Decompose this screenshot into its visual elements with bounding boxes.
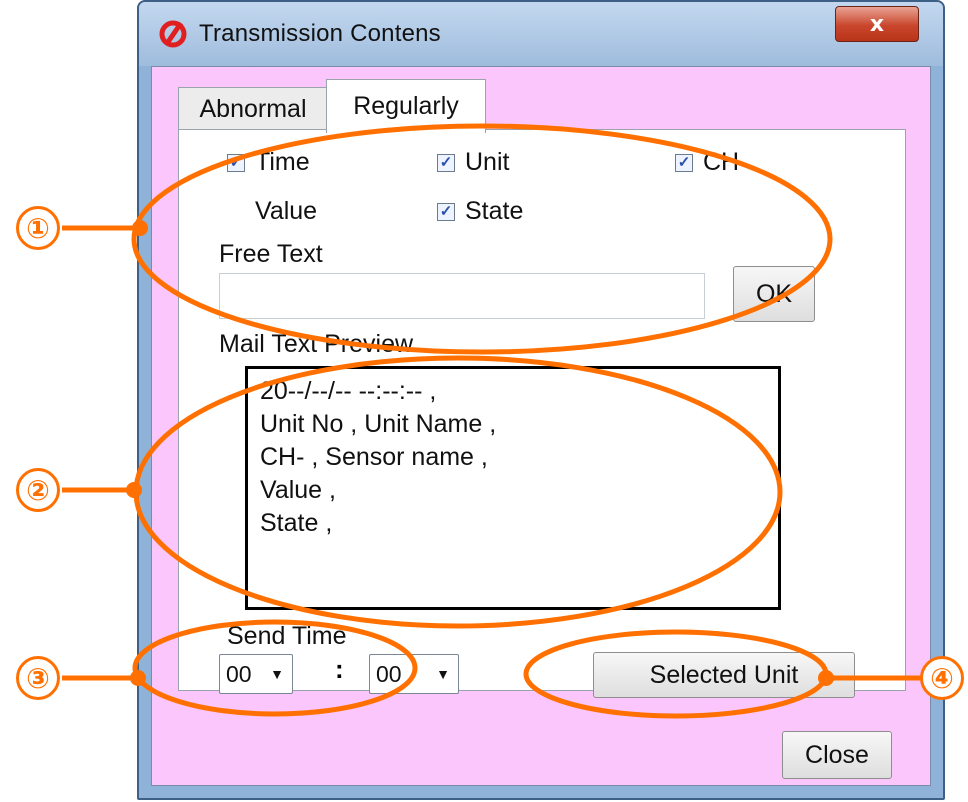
time-separator: : (335, 654, 344, 684)
dropdown-arrow-icon: ▼ (270, 666, 284, 682)
dialog-client-area: Abnormal Regularly ✓ Time ✓ Unit ✓ CH Va… (151, 66, 931, 786)
annotation-number-3: ③ (16, 656, 60, 700)
checkmark-icon: ✓ (437, 153, 455, 172)
unit-checkbox[interactable]: ✓ Unit (437, 148, 509, 177)
minute-select[interactable]: 00 ▼ (369, 654, 459, 694)
ch-label: CH (703, 148, 740, 176)
annotation-number-2: ② (16, 468, 60, 512)
preview-line: 20--/--/-- --:--:-- , (260, 377, 437, 405)
value-label: Value (255, 197, 318, 225)
dropdown-arrow-icon: ▼ (436, 666, 450, 682)
app-logo-icon (159, 20, 187, 48)
mail-text-preview: 20--/--/-- --:--:-- , Unit No , Unit Nam… (245, 366, 781, 610)
preview-line: Unit No , Unit Name , (260, 410, 497, 438)
tab-abnormal[interactable]: Abnormal (178, 87, 328, 131)
ok-button[interactable]: OK (733, 266, 815, 322)
checkmark-icon: ✓ (437, 202, 455, 221)
time-checkbox[interactable]: ✓ Time (227, 148, 310, 177)
state-label: State (465, 197, 524, 225)
title-bar[interactable]: Transmission Contens x (139, 2, 943, 66)
transmission-contents-dialog: Transmission Contens x Abnormal Regularl… (137, 0, 945, 800)
time-label: Time (255, 148, 310, 176)
preview-line: State , (260, 509, 333, 537)
window-close-button[interactable]: x (835, 6, 919, 42)
send-time-label: Send Time (227, 622, 347, 650)
unit-label: Unit (465, 148, 510, 176)
checkmark-icon: ✓ (675, 153, 693, 172)
hour-value: 00 (226, 660, 252, 687)
window-title: Transmission Contens (199, 20, 441, 47)
regularly-tab-panel: ✓ Time ✓ Unit ✓ CH Value ✓ State Free Te… (178, 129, 906, 698)
close-button[interactable]: Close (782, 731, 892, 779)
ch-checkbox[interactable]: ✓ CH (675, 148, 739, 177)
hour-select[interactable]: 00 ▼ (219, 654, 293, 694)
checkmark-icon: ✓ (227, 153, 245, 172)
free-text-input[interactable] (219, 273, 705, 319)
state-checkbox[interactable]: ✓ State (437, 197, 523, 226)
preview-line: CH- , Sensor name , (260, 443, 488, 471)
annotation-number-1: ① (16, 206, 60, 250)
minute-value: 00 (376, 660, 402, 687)
mail-text-preview-label: Mail Text Preview (219, 330, 414, 358)
tab-regularly[interactable]: Regularly (326, 79, 486, 133)
preview-line: Value , (260, 476, 336, 504)
selected-unit-button[interactable]: Selected Unit (593, 652, 855, 698)
annotation-number-4: ④ (920, 656, 964, 700)
free-text-label: Free Text (219, 240, 323, 268)
